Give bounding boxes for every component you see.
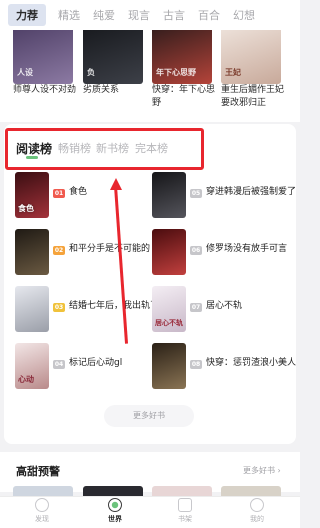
profile-icon bbox=[250, 498, 264, 512]
ranked-book[interactable]: 居心不轨 07 居心不轨 bbox=[152, 286, 302, 332]
category-tabs: 力荐 精选 纯爱 现言 古言 百合 幻想 bbox=[0, 0, 300, 30]
world-icon bbox=[108, 498, 122, 512]
rank-badge: 08 bbox=[190, 360, 202, 369]
book-cover bbox=[152, 229, 186, 275]
book-cover[interactable]: 年下心思野 bbox=[152, 22, 212, 84]
tab-sales-rank[interactable]: 畅销榜 bbox=[58, 140, 91, 156]
book-cover bbox=[15, 229, 49, 275]
book-cover bbox=[152, 172, 186, 218]
rank-badge: 03 bbox=[53, 303, 65, 312]
tab-bl[interactable]: 纯爱 bbox=[93, 4, 115, 26]
book-title[interactable]: 重生后媚作王妃要改邪归正 bbox=[221, 84, 291, 110]
more-books-link[interactable]: 更多好书 › bbox=[243, 465, 281, 476]
rank-badge: 05 bbox=[190, 189, 202, 198]
section-title: 高甜预警 bbox=[16, 465, 60, 478]
tab-completed-rank[interactable]: 完本榜 bbox=[135, 140, 168, 156]
book-cover: 居心不轨 bbox=[152, 286, 186, 332]
tab-reading-rank[interactable]: 阅读榜 bbox=[16, 140, 52, 157]
rank-badge: 07 bbox=[190, 303, 202, 312]
ranked-book[interactable]: 06 修罗场没有放手可言 bbox=[152, 229, 302, 275]
book-title[interactable]: 快穿：年下心思野 bbox=[152, 84, 222, 110]
book-cover: 食色 bbox=[15, 172, 49, 218]
bookshelf-icon bbox=[178, 498, 192, 512]
book-cover bbox=[152, 343, 186, 389]
active-tab-indicator bbox=[26, 156, 38, 159]
discover-icon bbox=[35, 498, 49, 512]
tab-ancient-romance[interactable]: 古言 bbox=[163, 4, 185, 26]
book-title[interactable]: 劣质关系 bbox=[83, 84, 153, 97]
ranked-book[interactable]: 心动 04 标记后心动gl bbox=[15, 343, 165, 389]
tab-gl[interactable]: 百合 bbox=[198, 4, 220, 26]
ranked-book[interactable]: 05 穿进韩漫后被强制爱了 bbox=[152, 172, 302, 218]
book-cover[interactable]: 负 bbox=[83, 22, 143, 84]
ranked-book[interactable]: 08 快穿：惩罚渣浪小美人 bbox=[152, 343, 302, 389]
tab-selected[interactable]: 精选 bbox=[58, 4, 80, 26]
book-title: 修罗场没有放手可言 bbox=[206, 244, 288, 254]
annotation-arrow-head bbox=[110, 178, 122, 190]
tab-modern-romance[interactable]: 现言 bbox=[128, 4, 150, 26]
ranked-book[interactable]: 02 和平分手是不可能的 bbox=[15, 229, 165, 275]
nav-discover[interactable]: 发现 bbox=[22, 498, 62, 524]
nav-profile[interactable]: 我的 bbox=[237, 498, 277, 524]
featured-book-strip: 人设 负 年下心思野 王妃 师尊人设不对劲 劣质关系 快穿：年下心思野 重生后媚… bbox=[0, 22, 300, 122]
book-cover[interactable]: 人设 bbox=[13, 22, 73, 84]
rank-badge: 02 bbox=[53, 246, 65, 255]
tab-new-books-rank[interactable]: 新书榜 bbox=[96, 140, 129, 156]
rank-badge: 06 bbox=[190, 246, 202, 255]
rank-badge: 01 bbox=[53, 189, 65, 198]
nav-world[interactable]: 世界 bbox=[95, 498, 135, 524]
ranked-book[interactable]: 食色 01 食色 bbox=[15, 172, 165, 218]
book-title: 快穿：惩罚渣浪小美人 bbox=[206, 358, 297, 368]
book-title: 和平分手是不可能的 bbox=[69, 244, 151, 254]
nav-bookshelf[interactable]: 书架 bbox=[165, 498, 205, 524]
tab-recommended[interactable]: 力荐 bbox=[8, 4, 46, 26]
more-books-button[interactable]: 更多好书 bbox=[104, 405, 194, 427]
book-title: 标记后心动gl bbox=[69, 358, 123, 368]
book-cover: 心动 bbox=[15, 343, 49, 389]
rank-badge: 04 bbox=[53, 360, 65, 369]
book-title: 穿进韩漫后被强制爱了 bbox=[206, 187, 297, 197]
book-title: 居心不轨 bbox=[206, 301, 243, 311]
book-title[interactable]: 师尊人设不对劲 bbox=[13, 84, 83, 97]
book-cover bbox=[15, 286, 49, 332]
book-title: 结婚七年后，我出轨了 bbox=[69, 301, 160, 311]
book-cover[interactable]: 王妃 bbox=[221, 22, 281, 84]
ranked-book[interactable]: 03 结婚七年后，我出轨了 bbox=[15, 286, 165, 332]
tab-fantasy[interactable]: 幻想 bbox=[233, 4, 255, 26]
